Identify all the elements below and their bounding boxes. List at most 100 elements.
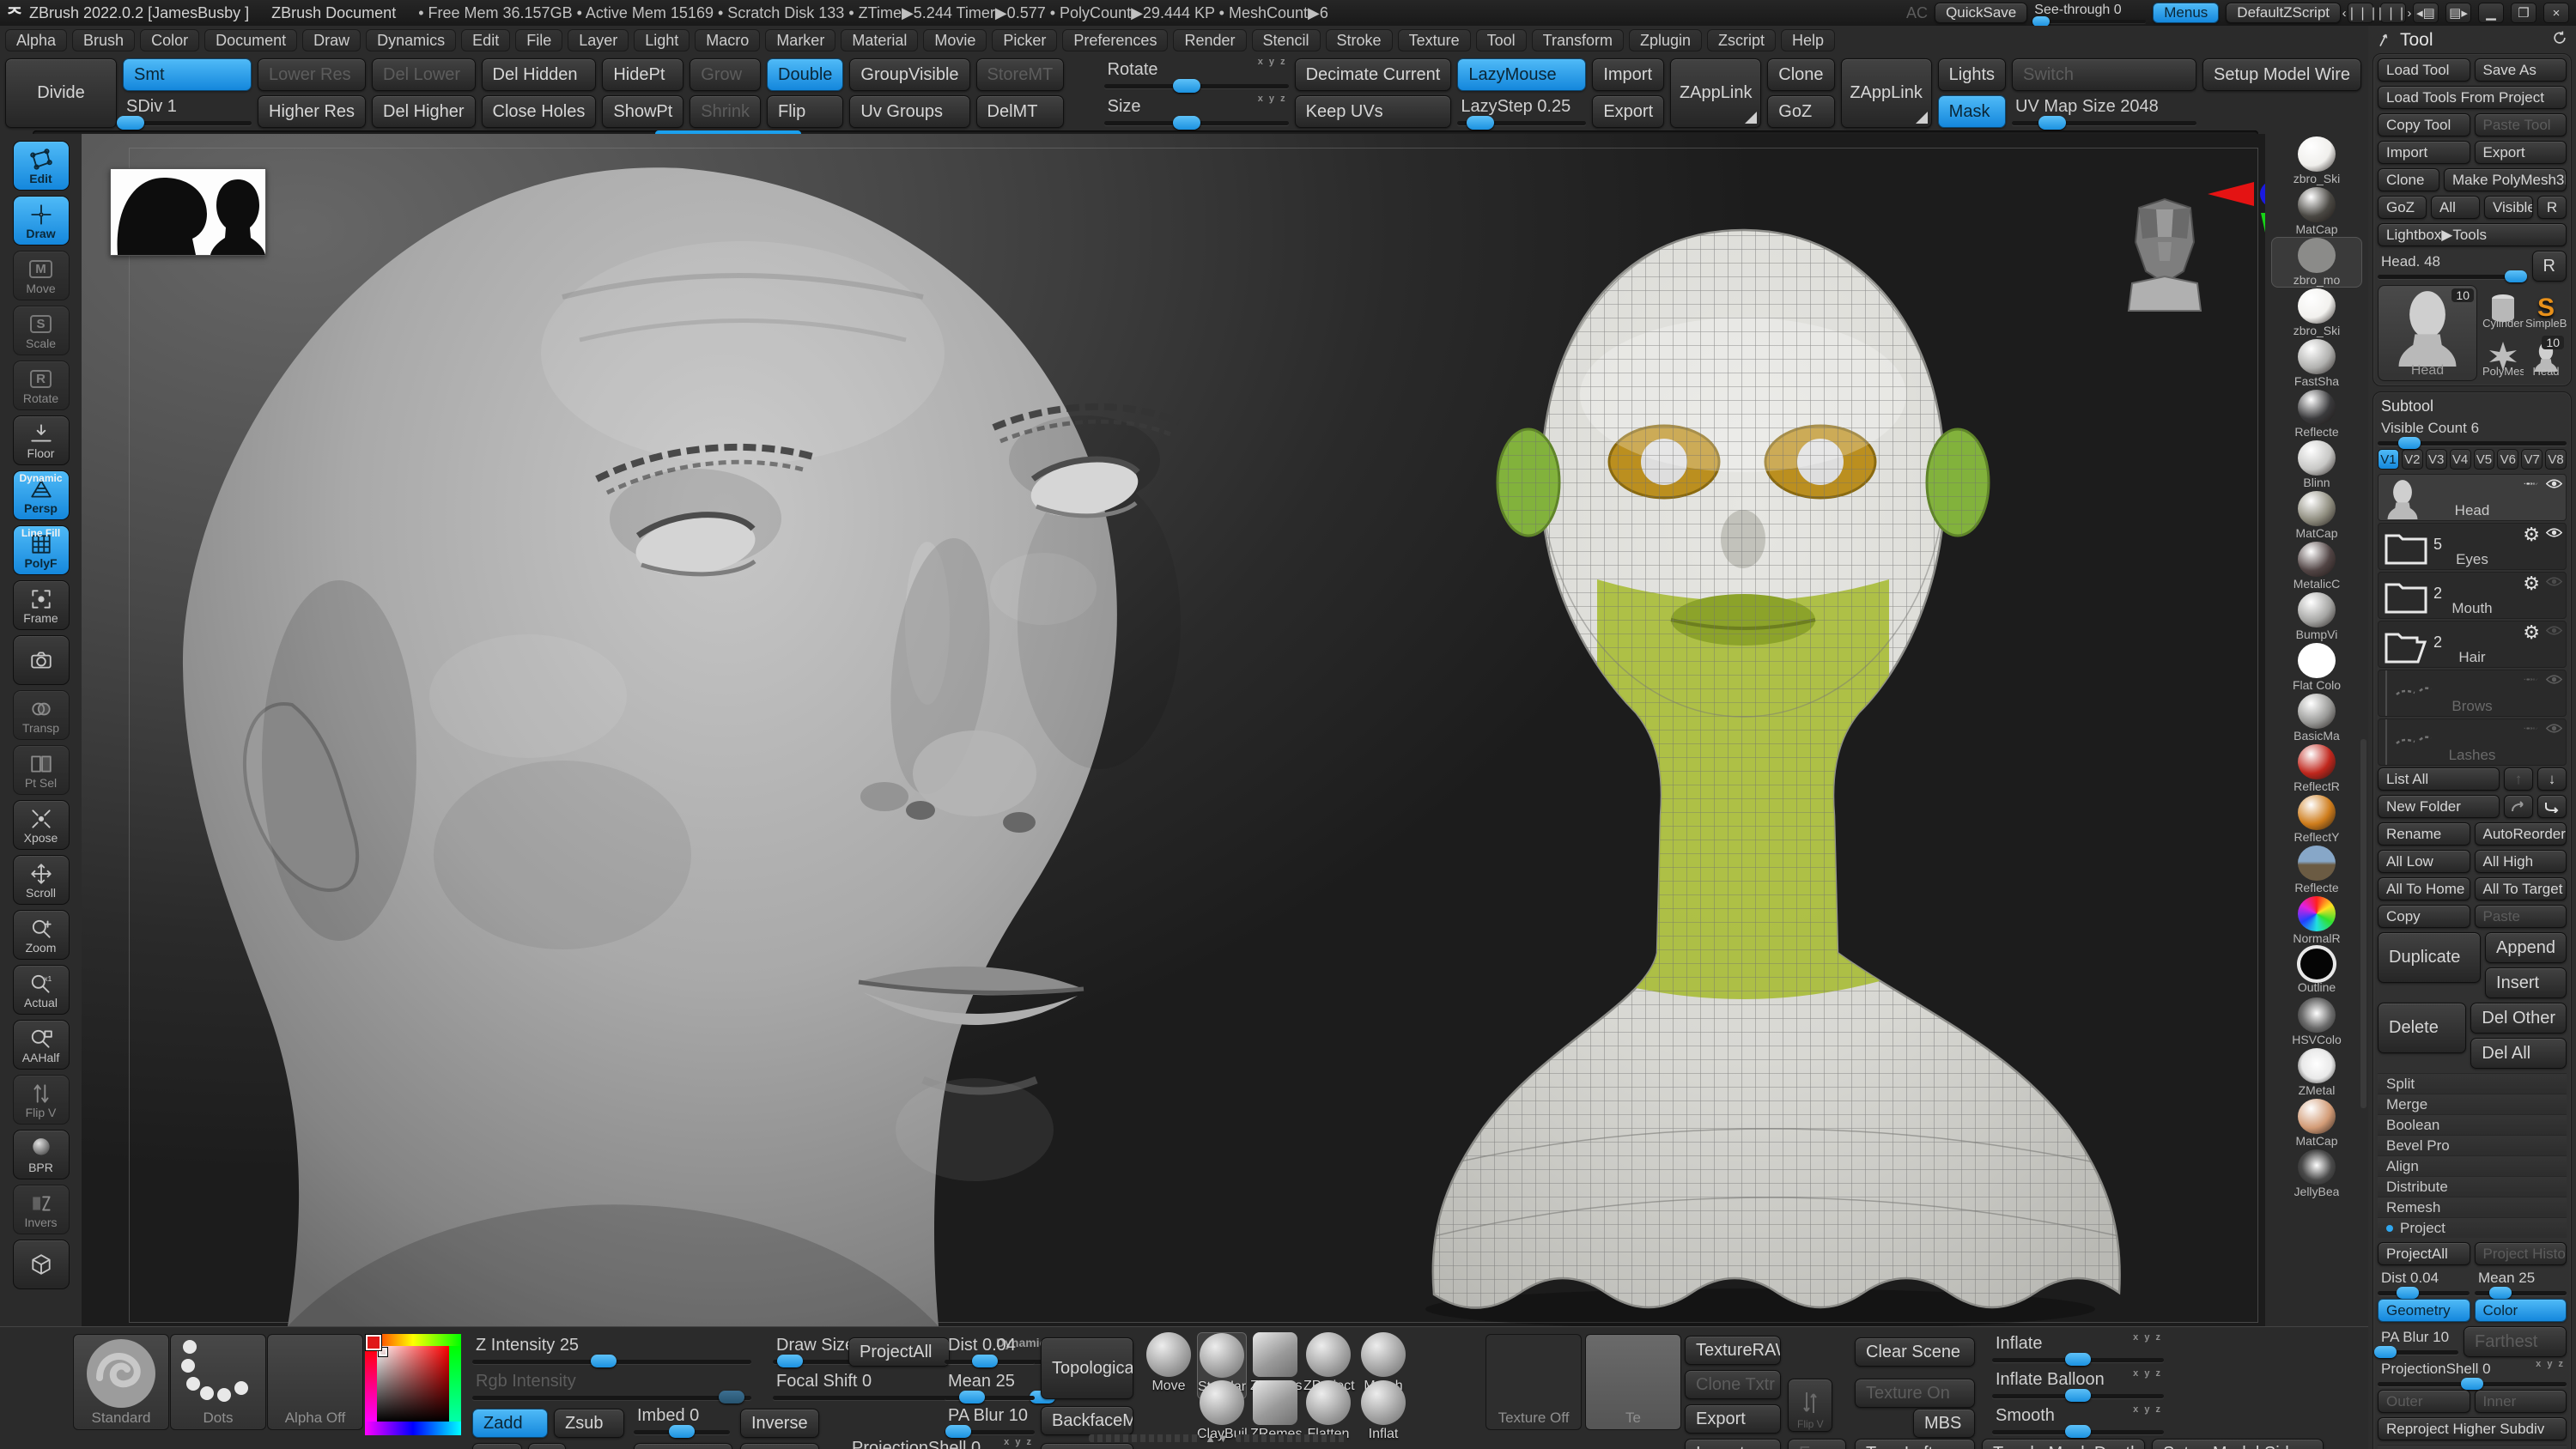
menu-dynamics[interactable]: Dynamics	[366, 29, 456, 52]
mean-25-slider[interactable]: Mean 25	[2475, 1270, 2567, 1295]
dots-thumb[interactable]: Dots	[170, 1334, 266, 1430]
menu-tool[interactable]: Tool	[1476, 29, 1527, 52]
r-button[interactable]: R	[2532, 251, 2567, 282]
material-zbro-ski[interactable]: zbro_Ski	[2271, 288, 2362, 338]
wireframe-bust-right[interactable]	[1357, 180, 2198, 1326]
lazystep-0-25-slider[interactable]: LazyStep 0.25	[1457, 95, 1586, 128]
palette-reset-icon[interactable]	[2551, 29, 2568, 52]
all-high-button[interactable]: All High	[2475, 850, 2567, 873]
delete-button[interactable]: Delete	[2378, 1003, 2466, 1053]
eye-icon[interactable]	[2546, 624, 2562, 641]
menu-marker[interactable]: Marker	[765, 29, 835, 52]
color-picker[interactable]	[365, 1334, 461, 1435]
subtool-tab-v3[interactable]: V3	[2426, 449, 2447, 470]
material-matcap[interactable]: MatCap	[2271, 186, 2362, 237]
goz-button[interactable]: GoZ	[2378, 196, 2427, 219]
menu-document[interactable]: Document	[204, 29, 297, 52]
mask-button[interactable]: Mask	[1938, 95, 2006, 128]
tool-cube-button[interactable]	[13, 1240, 70, 1289]
tool-flip-v-button[interactable]: Flip V	[13, 1075, 70, 1125]
section-split[interactable]: Split	[2378, 1073, 2567, 1094]
outer-button[interactable]: Outer	[2378, 1390, 2470, 1413]
all-low-button[interactable]: All Low	[2378, 850, 2470, 873]
scroll-interface-left-icon[interactable]: ‹❘❘❘	[2348, 3, 2373, 23]
material-reflecte[interactable]: Reflecte	[2271, 845, 2362, 895]
import-button[interactable]: Import	[1592, 58, 1664, 91]
zapplink-button[interactable]: ZAppLink	[1670, 58, 1761, 128]
delmt-button[interactable]: DelMT	[976, 95, 1065, 128]
inflate-balloon-thumb[interactable]	[2065, 1389, 2091, 1402]
lower-res-button[interactable]: Lower Res	[258, 58, 366, 91]
hue-strip-bottom[interactable]	[365, 1422, 461, 1435]
mbs-button[interactable]: MBS	[1913, 1409, 1975, 1438]
menu-alpha[interactable]: Alpha	[5, 29, 67, 52]
scroll-interface-right-icon[interactable]: ❘❘❘›	[2380, 3, 2406, 23]
material-outline[interactable]: Outline	[2271, 946, 2362, 997]
subtool-row-head[interactable]: Head	[2378, 474, 2567, 521]
tool-scale-button[interactable]: SScale	[13, 306, 70, 355]
draw-size-1-thumb[interactable]	[777, 1355, 803, 1367]
subtool-tab-v4[interactable]: V4	[2450, 449, 2471, 470]
menu-edit[interactable]: Edit	[461, 29, 510, 52]
toggle-mask-depth-button[interactable]: Toggle Mask Depth	[1982, 1439, 2145, 1449]
subtool-tab-v1[interactable]: V1	[2378, 449, 2399, 470]
projectionshell-0-thumb[interactable]	[2461, 1378, 2483, 1390]
standard-thumb[interactable]: Standard	[73, 1334, 169, 1430]
clone-button[interactable]: Clone	[1767, 58, 1834, 91]
groupvisible-button[interactable]: GroupVisible	[849, 58, 969, 91]
material-flat-colo[interactable]: Flat Colo	[2271, 642, 2362, 693]
section-merge[interactable]: Merge	[2378, 1094, 2567, 1114]
alpha-off-thumb[interactable]: Alpha Off	[267, 1334, 363, 1430]
z-intensity-slider[interactable]: Z Intensity 25	[472, 1336, 751, 1364]
zapplink-button[interactable]: ZAppLink	[1841, 58, 1932, 128]
material-jellybea[interactable]: JellyBea	[2271, 1149, 2362, 1199]
pa-blur-slider[interactable]: PA Blur 10	[945, 1406, 1035, 1434]
dist-0-04-thumb[interactable]	[972, 1355, 998, 1367]
tool-floor-button[interactable]: Floor	[13, 415, 70, 465]
eye-icon[interactable]	[2546, 575, 2562, 592]
textureraw-button[interactable]: TextureRAW	[1685, 1336, 1781, 1365]
pa-blur-10-slider[interactable]: PA Blur 10	[2378, 1329, 2458, 1355]
dist-0-04-slider[interactable]: Dist 0.04	[2378, 1270, 2470, 1295]
sdiv-1-thumb[interactable]	[117, 116, 144, 130]
del-all-button[interactable]: Del All	[2470, 1038, 2567, 1069]
decimate-current-button[interactable]: Decimate Current	[1295, 58, 1452, 91]
material-reflecty[interactable]: ReflectY	[2271, 794, 2362, 845]
tool-pt-sel-button[interactable]: Pt Sel	[13, 745, 70, 795]
del-other-button[interactable]: Del Other	[2470, 1003, 2567, 1034]
all-button[interactable]: All	[2431, 196, 2480, 219]
dist-0-04-thumb[interactable]	[2397, 1287, 2419, 1299]
del-lower-button[interactable]: Del Lower	[372, 58, 475, 91]
texture-thumb[interactable]: Te	[1585, 1334, 1681, 1430]
subtool-tab-v7[interactable]: V7	[2521, 449, 2543, 470]
defaultzscript-button[interactable]: DefaultZScript	[2226, 3, 2341, 23]
showpt-button[interactable]: ShowPt	[602, 95, 683, 128]
tool-frame-button[interactable]: Frame	[13, 580, 70, 630]
storemt-button[interactable]: StoreMT	[976, 58, 1065, 91]
section-boolean[interactable]: Boolean	[2378, 1114, 2567, 1135]
setup-model-wire-button[interactable]: Setup Model Wire	[2202, 58, 2361, 91]
menu-help[interactable]: Help	[1781, 29, 1835, 52]
subtool-row-lashes[interactable]: Lashes	[2378, 718, 2567, 766]
rgb-button[interactable]: Rgb	[472, 1443, 522, 1449]
tool-thumb-head[interactable]: 10Head	[2525, 333, 2567, 379]
material-basicma[interactable]: BasicMa	[2271, 693, 2362, 743]
material-shelf-scrollbar[interactable]	[2360, 739, 2366, 1108]
scroll-arrows-icon[interactable]: ▲▼	[1205, 1432, 1230, 1445]
mean-25-thumb[interactable]	[2489, 1287, 2512, 1299]
material-metalicc[interactable]: MetalicC	[2271, 541, 2362, 591]
gear-icon[interactable]: ⚙	[2523, 526, 2540, 543]
redo-arrow-button[interactable]	[2504, 795, 2533, 818]
export-dim-button[interactable]: Export	[1788, 1439, 1846, 1449]
section-bevel-pro[interactable]: Bevel Pro	[2378, 1135, 2567, 1155]
goz-button[interactable]: GoZ	[1767, 95, 1834, 128]
sdiv-1-slider[interactable]: SDiv 1	[123, 95, 252, 128]
menu-zscript[interactable]: Zscript	[1707, 29, 1776, 52]
visible-button[interactable]: Visible	[2484, 196, 2533, 219]
quicksave-button[interactable]: QuickSave	[1935, 3, 2027, 23]
tool-aahalf-button[interactable]: AAHalf	[13, 1020, 70, 1070]
tool-camera-button[interactable]	[13, 635, 70, 685]
material-fastsha[interactable]: FastSha	[2271, 338, 2362, 389]
restore-config-icon[interactable]: ▤▸	[2445, 3, 2471, 23]
list-all-button[interactable]: List All	[2378, 767, 2500, 791]
